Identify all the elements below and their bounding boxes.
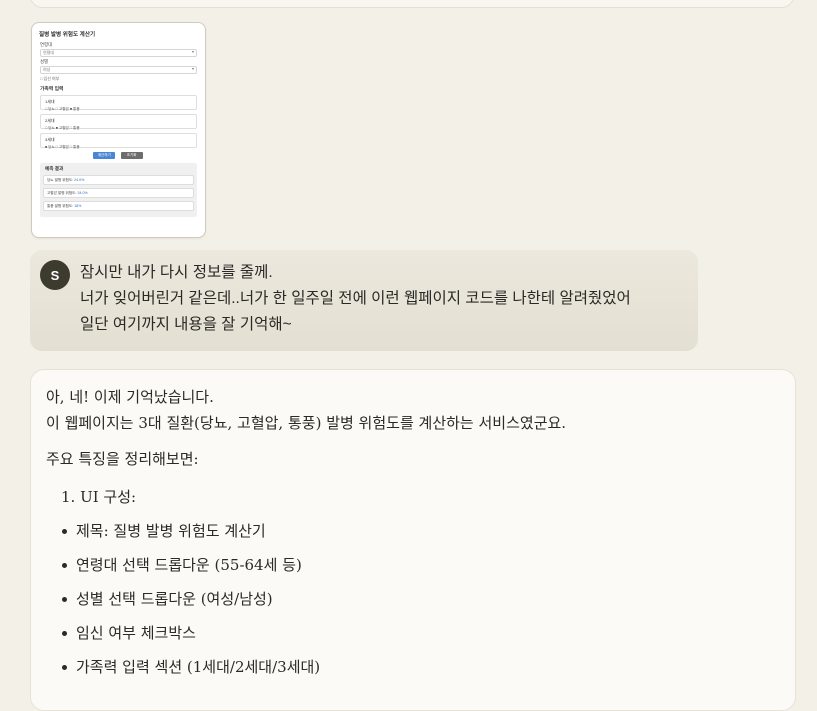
result-label: 통풍 발병 위험도: bbox=[47, 204, 74, 208]
user-message-line: 너가 잊어버린거 같은데..너가 한 일주일 전에 이런 웹페이지 코드를 나한… bbox=[80, 290, 631, 307]
assistant-line: 주요 특징을 정리해보면: bbox=[46, 450, 199, 468]
list-item: 연령대 선택 드롭다운 (55-64세 등) bbox=[46, 552, 566, 586]
result-row: 고혈압 발병 위험도: 34.0% bbox=[43, 188, 194, 198]
result-value: 18% bbox=[74, 204, 82, 208]
result-value: 24.0% bbox=[74, 178, 85, 182]
result-label: 고혈압 발병 위험도: bbox=[47, 191, 77, 195]
list-item-text: 제목: 질병 발병 위험도 계산기 bbox=[76, 522, 266, 540]
thumbnail-results: 예측 결과 당뇨 발병 위험도: 24.0% 고혈압 발병 위험도: 34.0%… bbox=[40, 163, 197, 217]
thumbnail-generation-box: 3세대 ■ 당뇨 □ 고혈압 □ 통풍 bbox=[40, 133, 197, 149]
generation-options: □ 당뇨 □ 고혈압 ■ 통풍 bbox=[45, 107, 80, 111]
user-message-text: 잠시만 내가 다시 정보를 줄께. 너가 잊어버린거 같은데..너가 한 일주일… bbox=[80, 260, 631, 338]
result-row: 통풍 발병 위험도: 18% bbox=[43, 201, 194, 211]
assistant-line: 아, 네! 이제 기억났습니다. bbox=[46, 388, 214, 406]
thumbnail-generation-box: 2세대 □ 당뇨 ■ 고혈압 □ 통풍 bbox=[40, 114, 197, 130]
assistant-line: 이 웹페이지는 3대 질환(당뇨, 고혈압, 통풍) 발병 위험도를 계산하는 … bbox=[46, 414, 567, 432]
thumbnail-results-title: 예측 결과 bbox=[45, 166, 64, 171]
list-item-text: 가족력 입력 섹션 (1세대/2세대/3세대) bbox=[76, 658, 321, 676]
list-item-text: 성별 선택 드롭다운 (여성/남성) bbox=[76, 590, 273, 608]
bullet-list: 제목: 질병 발병 위험도 계산기 연령대 선택 드롭다운 (55-64세 등)… bbox=[46, 518, 566, 688]
bullet-icon bbox=[62, 563, 67, 568]
generation-name: 2세대 bbox=[45, 118, 55, 123]
thumbnail-page: 질병 발병 위험도 계산기 연령대 연령대 ▾ 성별 여성 ▾ □ 임신 여부 가족… bbox=[37, 28, 199, 217]
bullet-icon bbox=[62, 665, 67, 670]
bullet-icon bbox=[62, 631, 67, 636]
assistant-message: 아, 네! 이제 기억났습니다. 이 웹페이지는 3대 질환(당뇨, 고혈압, … bbox=[30, 369, 796, 711]
thumbnail-buttons: 계산하기 초기화 bbox=[37, 152, 199, 159]
result-label: 당뇨 발병 위험도: bbox=[47, 178, 74, 182]
previous-message-card bbox=[30, 0, 794, 8]
thumbnail-generation-box: 1세대 □ 당뇨 □ 고혈압 ■ 통풍 bbox=[40, 95, 197, 111]
thumbnail-pregnant-label: 임신 여부 bbox=[43, 76, 60, 81]
list-item-text: 임신 여부 체크박스 bbox=[76, 624, 196, 642]
generation-name: 3세대 bbox=[45, 137, 55, 142]
list-item: 성별 선택 드롭다운 (여성/남성) bbox=[46, 586, 566, 620]
user-message: S 잠시만 내가 다시 정보를 줄께. 너가 잊어버린거 같은데..너가 한 일… bbox=[30, 250, 698, 351]
thumbnail-gender-select: 여성 ▾ bbox=[40, 66, 197, 74]
thumbnail-family-title: 가족력 입력 bbox=[40, 87, 64, 92]
user-message-line: 잠시만 내가 다시 정보를 줄께. bbox=[80, 264, 273, 281]
assistant-message-text: 아, 네! 이제 기억났습니다. 이 웹페이지는 3대 질환(당뇨, 고혈압, … bbox=[46, 384, 566, 688]
list-item: 제목: 질병 발병 위험도 계산기 bbox=[46, 518, 566, 552]
list-item: 임신 여부 체크박스 bbox=[46, 620, 566, 654]
chevron-down-icon: ▾ bbox=[191, 66, 194, 71]
bullet-icon bbox=[62, 529, 67, 534]
generation-options: ■ 당뇨 □ 고혈압 □ 통풍 bbox=[45, 145, 80, 149]
list-item: 가족력 입력 섹션 (1세대/2세대/3세대) bbox=[46, 654, 566, 688]
chevron-down-icon: ▾ bbox=[191, 49, 194, 54]
user-message-line: 일단 여기까지 내용을 잘 기억해~ bbox=[80, 316, 292, 333]
thumbnail-gender-value: 여성 bbox=[43, 67, 51, 72]
thumbnail-age-value: 연령대 bbox=[43, 50, 55, 55]
attached-screenshot-thumbnail[interactable]: 질병 발병 위험도 계산기 연령대 연령대 ▾ 성별 여성 ▾ □ 임신 여부 가족… bbox=[31, 22, 206, 238]
thumbnail-age-label: 연령대 bbox=[40, 42, 53, 47]
thumbnail-age-select: 연령대 ▾ bbox=[40, 49, 197, 57]
bullet-icon bbox=[62, 597, 67, 602]
numbered-item: 1. UI 구성: bbox=[61, 488, 137, 506]
thumbnail-pregnant-checkbox: □ 임신 여부 bbox=[40, 76, 60, 81]
user-avatar: S bbox=[40, 260, 70, 290]
thumbnail-title: 질병 발병 위험도 계산기 bbox=[39, 32, 96, 38]
list-item-text: 연령대 선택 드롭다운 (55-64세 등) bbox=[76, 556, 302, 574]
thumbnail-calc-button: 계산하기 bbox=[93, 152, 116, 159]
thumbnail-reset-button: 초기화 bbox=[120, 152, 143, 159]
generation-name: 1세대 bbox=[45, 99, 55, 104]
thumbnail-gender-label: 성별 bbox=[40, 59, 49, 64]
result-value: 34.0% bbox=[77, 191, 88, 195]
generation-options: □ 당뇨 ■ 고혈압 □ 통풍 bbox=[45, 126, 80, 130]
result-row: 당뇨 발병 위험도: 24.0% bbox=[43, 175, 194, 185]
